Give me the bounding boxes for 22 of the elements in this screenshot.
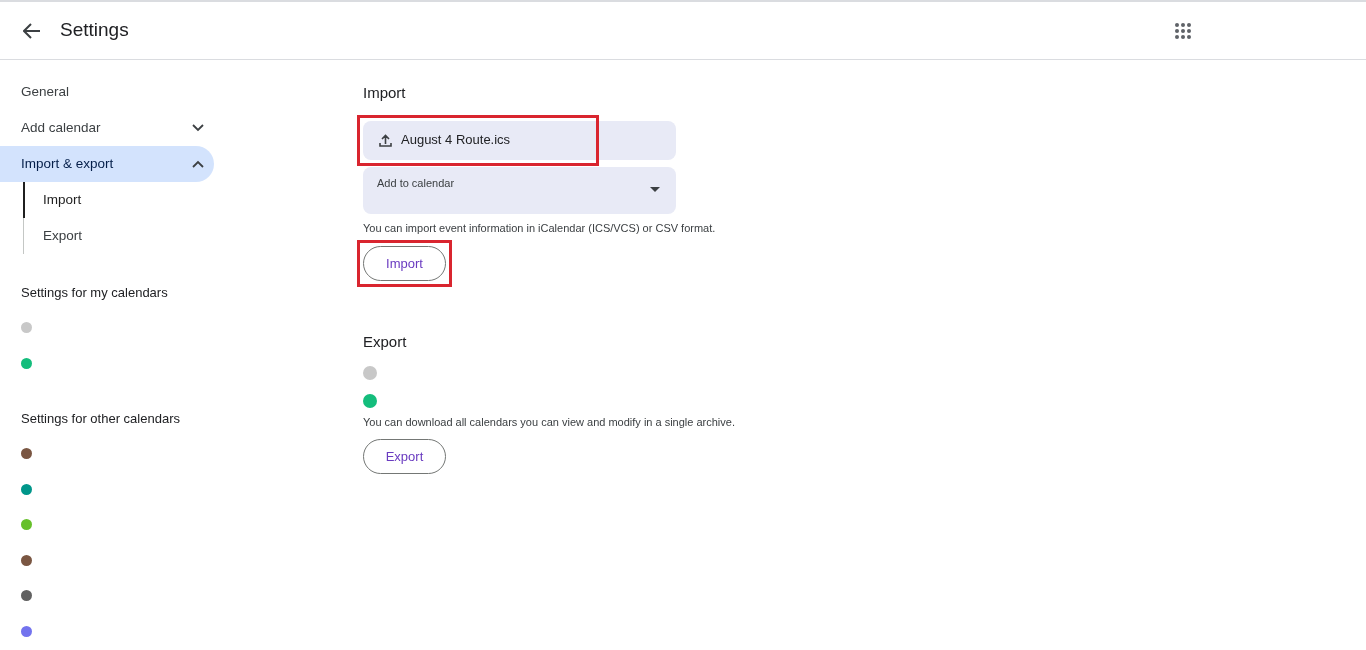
export-hint: You can download all calendars you can view and modify in a single archive. [363,414,735,430]
sidebar-item-label: Add calendar [21,118,101,137]
apps-grid-icon[interactable] [1175,22,1191,39]
sidebar-item[interactable]: General [0,74,214,110]
sidebar-subitem[interactable]: Export [23,218,214,254]
sidebar-item[interactable]: Import & export [0,146,214,182]
back-button[interactable] [22,20,42,41]
section-heading: Settings for my calendars [20,284,169,302]
page-title: Settings [60,18,129,43]
section-title: Import [363,83,407,103]
dropdown-arrow-icon [650,186,660,192]
sidebar-item-label: Import & export [21,154,114,173]
import-hint: You can import event information in iCalendar (ICS/VCS) or CSV format. [363,220,717,236]
calendar-select[interactable]: Add to calendar [363,166,676,214]
sidebar-item[interactable]: Add calendar [0,110,214,146]
sidebar-item-label: General [21,82,70,101]
chevron-up-icon [192,160,204,168]
section-title: Export [363,332,408,352]
section-heading: Settings for other calendars [20,410,181,428]
sidebar-subitem[interactable]: Import [23,182,214,218]
upload-icon [379,133,392,147]
chevron-down-icon [192,124,204,132]
